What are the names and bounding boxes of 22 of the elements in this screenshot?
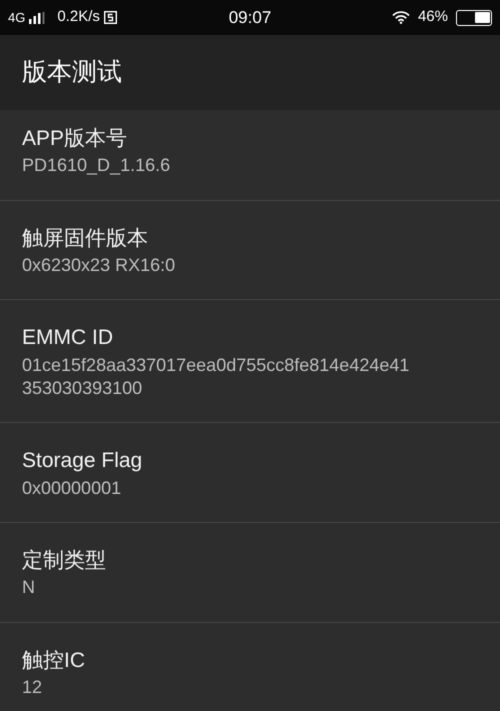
wifi-icon bbox=[392, 11, 410, 24]
item-value: 0x00000001 bbox=[22, 476, 122, 500]
sim-card-icon bbox=[104, 11, 117, 24]
item-label: 触屏固件版本 bbox=[22, 226, 149, 252]
item-value: 0x6230x23 RX16:0 bbox=[22, 254, 176, 277]
list-row[interactable]: 触屏固件版本 0x6230x23 RX16:0 bbox=[0, 200, 500, 300]
item-label: 定制类型 bbox=[22, 548, 107, 574]
item-label: APP版本号 bbox=[22, 126, 128, 152]
item-value: 12 bbox=[22, 676, 44, 699]
item-value: PD1610_D_1.16.6 bbox=[22, 154, 172, 178]
battery-percent: 46% bbox=[418, 7, 448, 28]
page-title: 版本测试 bbox=[22, 56, 122, 88]
network-speed: 0.2K/s bbox=[57, 7, 100, 28]
item-label: EMMC ID bbox=[22, 325, 114, 352]
item-label: 触控IC bbox=[22, 648, 86, 674]
clock: 09:07 bbox=[228, 6, 272, 29]
item-value: N bbox=[22, 576, 36, 600]
item-value: 01ce15f28aa337017eea0d755cc8fe814e424e41353030393100 bbox=[22, 354, 410, 400]
network-type: 4G bbox=[8, 8, 26, 27]
signal-icon bbox=[29, 12, 46, 24]
battery-icon bbox=[456, 10, 492, 26]
item-label: Storage Flag bbox=[22, 448, 144, 474]
